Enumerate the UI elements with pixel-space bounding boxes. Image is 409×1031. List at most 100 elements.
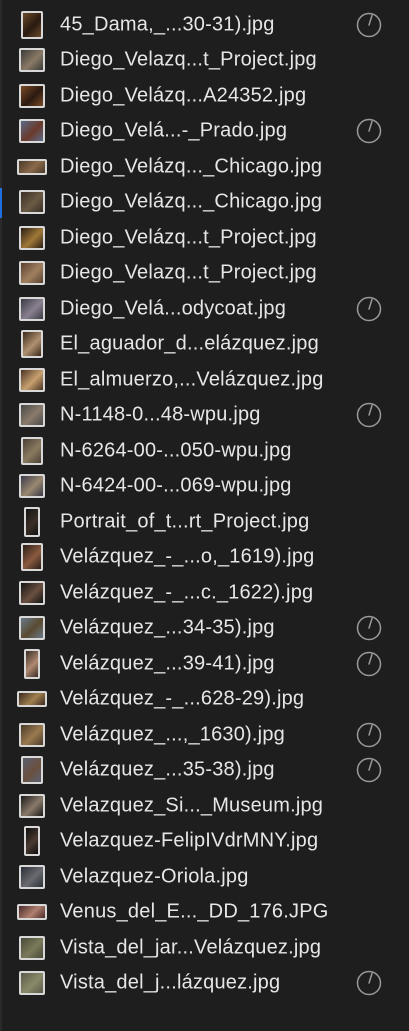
sync-progress-icon <box>356 296 382 321</box>
image-thumbnail <box>19 48 45 73</box>
file-row[interactable]: Diego_Velá...odycoat.jpg <box>0 291 409 327</box>
file-row[interactable]: Diego_Velázq...A24352.jpg <box>0 78 409 114</box>
file-name: Velazquez-FelipIVdrMNY.jpg <box>60 829 319 852</box>
image-thumbnail <box>24 648 40 679</box>
file-row[interactable]: Diego_Velá...-_Prado.jpg <box>0 114 409 150</box>
image-thumbnail <box>19 403 45 428</box>
file-row[interactable]: Velázquez_...34-35).jpg <box>0 611 409 647</box>
file-name: Vista_del_jar...Velázquez.jpg <box>60 936 322 959</box>
sync-progress-icon <box>356 722 382 747</box>
file-name: Velázquez_-_...628-29).jpg <box>60 687 305 710</box>
file-row[interactable]: Venus_del_E..._DD_176.JPG <box>0 895 409 931</box>
thumbnail-slot <box>16 579 48 607</box>
file-name: Diego_Velazq...t_Project.jpg <box>60 48 317 71</box>
image-thumbnail <box>19 296 45 321</box>
file-row[interactable]: N-1148-0...48-wpu.jpg <box>0 398 409 434</box>
file-row[interactable]: Velázquez_-_...c._1622).jpg <box>0 575 409 611</box>
sync-progress-icon <box>356 971 382 996</box>
thumbnail-slot <box>16 685 48 713</box>
image-thumbnail <box>24 826 40 857</box>
file-name: Velazquez-Oriola.jpg <box>60 865 249 888</box>
image-thumbnail <box>21 10 43 39</box>
file-row[interactable]: 45_Dama,_...30-31).jpg <box>0 7 409 43</box>
file-list: 45_Dama,_...30-31).jpg Diego_Velazq...t_P… <box>0 7 409 1001</box>
file-name: N-1148-0...48-wpu.jpg <box>60 403 261 426</box>
file-row[interactable]: Velázquez_...,_1630).jpg <box>0 717 409 753</box>
image-thumbnail <box>19 261 45 286</box>
file-row[interactable]: Vista_del_j...lázquez.jpg <box>0 966 409 1002</box>
file-name: Vista_del_j...lázquez.jpg <box>60 971 281 994</box>
image-thumbnail <box>19 616 45 641</box>
file-name: Velázquez_...34-35).jpg <box>60 616 275 639</box>
thumbnail-slot <box>16 224 48 252</box>
file-name: Velázquez_...,_1630).jpg <box>60 723 285 746</box>
thumbnail-slot <box>16 295 48 323</box>
file-name: N-6264-00-...050-wpu.jpg <box>60 439 292 462</box>
thumbnail-slot <box>16 117 48 145</box>
image-thumbnail <box>19 971 45 996</box>
file-row[interactable]: Velázquez_-_...628-29).jpg <box>0 682 409 718</box>
image-thumbnail <box>19 474 45 499</box>
thumbnail-slot <box>16 792 48 820</box>
file-row[interactable]: El_almuerzo,...Velázquez.jpg <box>0 362 409 398</box>
file-row[interactable]: Velázquez_-_...o,_1619).jpg <box>0 540 409 576</box>
file-row[interactable]: Velazquez_Si..._Museum.jpg <box>0 788 409 824</box>
image-thumbnail <box>19 367 45 392</box>
image-thumbnail <box>19 722 45 747</box>
file-row[interactable]: Velázquez_...39-41).jpg <box>0 646 409 682</box>
file-name: Diego_Velázq..._Chicago.jpg <box>60 155 323 178</box>
sync-progress-icon <box>356 616 382 641</box>
file-row[interactable]: N-6264-00-...050-wpu.jpg <box>0 433 409 469</box>
image-thumbnail <box>24 506 40 537</box>
thumbnail-slot <box>16 543 48 572</box>
image-thumbnail <box>17 904 47 921</box>
file-name: Velázquez_...39-41).jpg <box>60 652 275 675</box>
thumbnail-slot <box>16 648 48 679</box>
thumbnail-slot <box>16 82 48 110</box>
file-name: Diego_Velázq..._Chicago.jpg <box>60 190 323 213</box>
file-row[interactable]: El_aguador_d...elázquez.jpg <box>0 327 409 363</box>
file-name: Diego_Velá...odycoat.jpg <box>60 297 287 320</box>
file-name: Diego_Velázq...A24352.jpg <box>60 84 307 107</box>
thumbnail-slot <box>16 863 48 891</box>
thumbnail-slot <box>16 330 48 359</box>
file-row[interactable]: Diego_Velazq...t_Project.jpg <box>0 256 409 292</box>
file-name: Velázquez_...35-38).jpg <box>60 758 275 781</box>
image-thumbnail <box>19 83 45 108</box>
thumbnail-slot <box>16 934 48 962</box>
thumbnail-slot <box>16 756 48 785</box>
thumbnail-slot <box>16 10 48 39</box>
file-row[interactable]: Diego_Velázq..._Chicago.jpg <box>0 149 409 185</box>
file-name: Velázquez_-_...c._1622).jpg <box>60 581 314 604</box>
thumbnail-slot <box>16 436 48 465</box>
file-row[interactable]: Velázquez_...35-38).jpg <box>0 753 409 789</box>
file-name: Diego_Velázq...t_Project.jpg <box>60 226 317 249</box>
file-row[interactable]: Vista_del_jar...Velázquez.jpg <box>0 930 409 966</box>
image-thumbnail <box>21 543 43 572</box>
file-name: El_almuerzo,...Velázquez.jpg <box>60 368 324 391</box>
file-row[interactable]: Diego_Velázq...t_Project.jpg <box>0 220 409 256</box>
image-thumbnail <box>21 330 43 359</box>
sync-progress-icon <box>356 119 382 144</box>
file-name: Velázquez_-_...o,_1619).jpg <box>60 545 315 568</box>
file-name: N-6424-00-...069-wpu.jpg <box>60 474 292 497</box>
sync-progress-icon <box>356 403 382 428</box>
thumbnail-slot <box>16 366 48 394</box>
thumbnail-slot <box>16 614 48 642</box>
file-row[interactable]: Portrait_of_t...rt_Project.jpg <box>0 504 409 540</box>
thumbnail-slot <box>16 472 48 500</box>
sync-progress-icon <box>356 758 382 783</box>
file-row[interactable]: Diego_Velazq...t_Project.jpg <box>0 43 409 79</box>
file-row[interactable]: Velazquez-FelipIVdrMNY.jpg <box>0 824 409 860</box>
image-thumbnail <box>21 436 43 465</box>
file-row[interactable]: N-6424-00-...069-wpu.jpg <box>0 469 409 505</box>
file-row[interactable]: Velazquez-Oriola.jpg <box>0 859 409 895</box>
image-thumbnail <box>19 190 45 215</box>
file-name: Diego_Velazq...t_Project.jpg <box>60 261 317 284</box>
thumbnail-slot <box>16 401 48 429</box>
file-name: Velazquez_Si..._Museum.jpg <box>60 794 324 817</box>
file-row[interactable]: Diego_Velázq..._Chicago.jpg <box>0 185 409 221</box>
file-list-panel: 45_Dama,_...30-31).jpg Diego_Velazq...t_P… <box>0 0 409 1031</box>
image-thumbnail <box>19 793 45 818</box>
thumbnail-slot <box>16 153 48 181</box>
